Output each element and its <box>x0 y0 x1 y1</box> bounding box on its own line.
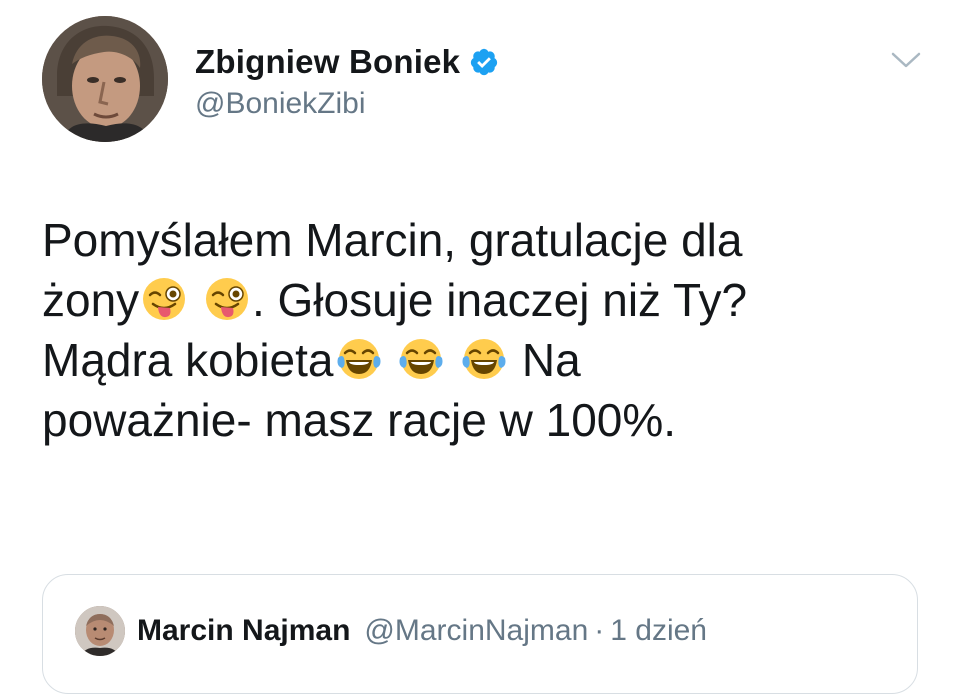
author-avatar[interactable] <box>42 16 168 142</box>
avatar-photo-icon <box>42 16 168 142</box>
quoted-author-display-name[interactable]: Marcin Najman <box>137 614 350 648</box>
chevron-down-icon[interactable] <box>889 48 923 72</box>
tweet-text-line-4: poważnie- masz racje w 100%. <box>42 394 677 446</box>
avatar-photo-icon <box>75 606 125 656</box>
verified-badge-icon <box>469 47 499 77</box>
author-name-row[interactable]: Zbigniew Boniek <box>195 40 499 84</box>
quoted-meta-separator: · <box>594 614 605 647</box>
quoted-author-avatar[interactable] <box>75 606 125 656</box>
author-display-name[interactable]: Zbigniew Boniek <box>195 43 460 81</box>
tears-of-joy-emoji-icon <box>398 336 444 382</box>
quoted-tweet-card[interactable]: Marcin Najman @MarcinNajman · 1 dzień <box>42 574 918 694</box>
tweet-text-line-2: żony . Głosuje inaczej niż Ty? <box>42 270 922 330</box>
tweet-text-segment: Mądra kobieta <box>42 334 334 386</box>
tweet-text-line-3: Mądra kobieta Na <box>42 330 922 390</box>
winking-tongue-emoji-icon <box>141 276 187 322</box>
quoted-tweet-header: Marcin Najman @MarcinNajman · 1 dzień <box>75 605 707 657</box>
author-handle[interactable]: @BoniekZibi <box>195 87 366 121</box>
tweet-text-segment: Na <box>509 334 581 386</box>
tears-of-joy-emoji-icon <box>461 336 507 382</box>
tears-of-joy-emoji-icon <box>336 336 382 382</box>
tweet-text-segment: żony <box>42 274 140 326</box>
tweet: Zbigniew Boniek @BoniekZibi Pomyślałem M… <box>0 0 961 694</box>
winking-tongue-emoji-icon <box>204 276 250 322</box>
quoted-tweet-timestamp[interactable]: 1 dzień <box>610 614 707 648</box>
tweet-text: Pomyślałem Marcin, gratulacje dla żony .… <box>42 210 922 450</box>
tweet-text-segment: . Głosuje inaczej niż Ty? <box>251 274 748 326</box>
quoted-author-handle[interactable]: @MarcinNajman <box>364 614 588 648</box>
tweet-text-line-1: Pomyślałem Marcin, gratulacje dla <box>42 214 743 266</box>
